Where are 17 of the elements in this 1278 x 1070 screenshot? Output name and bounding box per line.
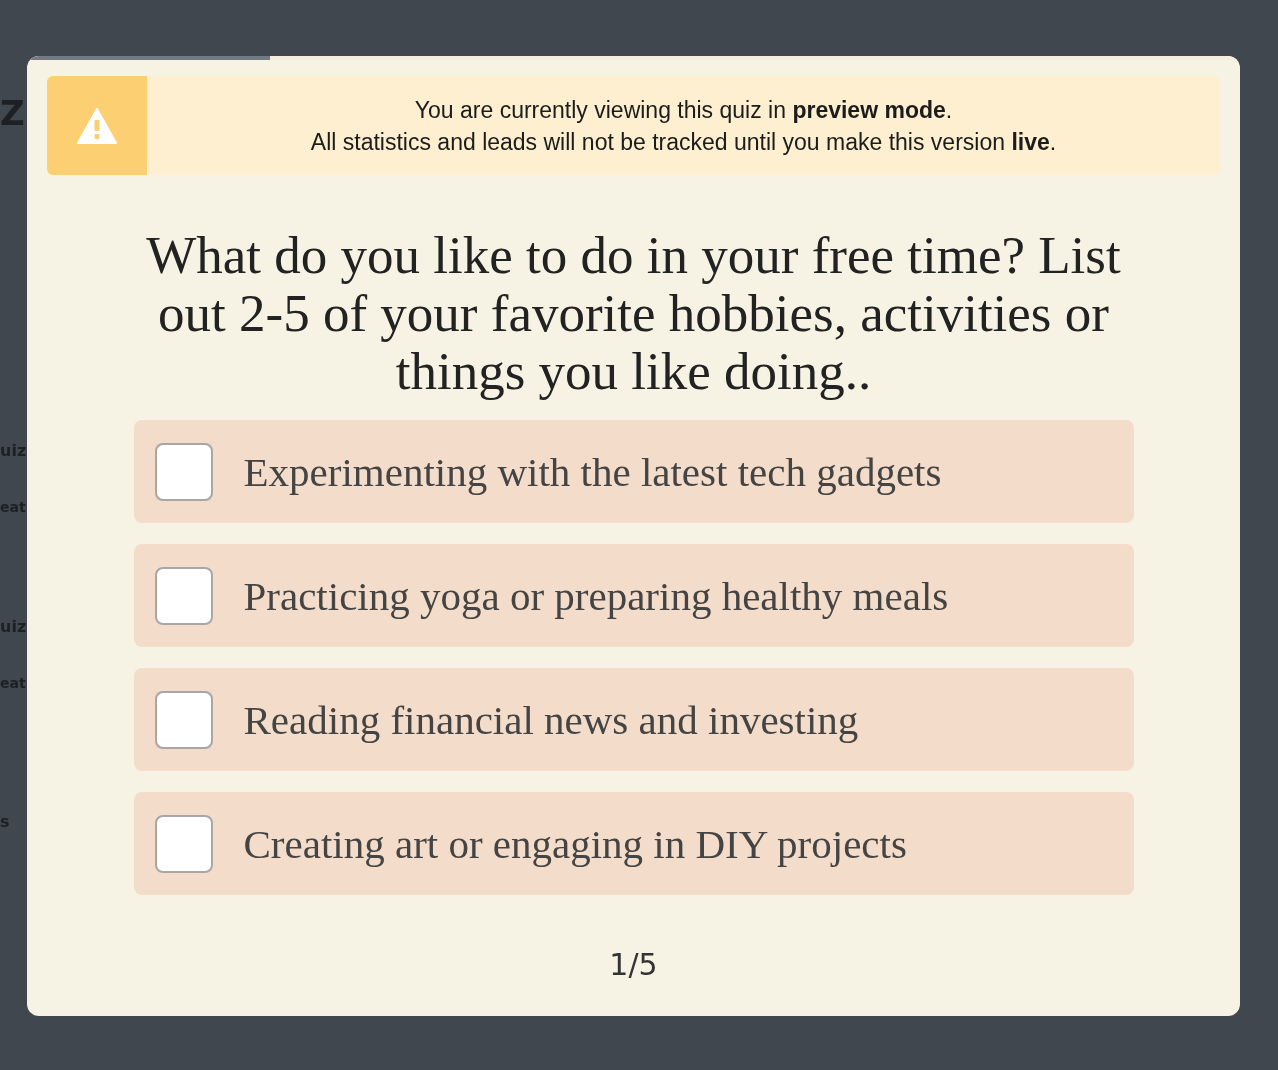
checkbox[interactable] — [154, 442, 213, 501]
question-text: What do you like to do in your free time? List out 2-5 of your favorite hobbies, activities or things you like doing.. — [145, 226, 1122, 400]
option-label: Practicing yoga or preparing healthy meals — [243, 571, 949, 620]
answer-option[interactable]: Creating art or engaging in DIY projects — [133, 792, 1134, 895]
option-label: Creating art or engaging in DIY projects — [243, 819, 907, 868]
checkbox[interactable] — [154, 690, 213, 749]
option-label: Experimenting with the latest tech gadgets — [243, 447, 942, 496]
answer-option[interactable]: Reading financial news and investing — [133, 668, 1134, 771]
notice-text: You are currently viewing this quiz in preview mode. — [414, 95, 953, 124]
checkbox[interactable] — [154, 814, 213, 873]
checkbox[interactable] — [154, 566, 213, 625]
answer-option[interactable]: Experimenting with the latest tech gadgets — [133, 420, 1134, 523]
option-label: Reading financial news and investing — [243, 695, 859, 744]
notice-text: All statistics and leads will not be tracked until you make this version live. — [310, 127, 1057, 156]
answer-option[interactable]: Practicing yoga or preparing healthy meals — [133, 544, 1134, 647]
step-counter: 1/5 — [609, 946, 658, 984]
warning-icon — [47, 76, 147, 175]
